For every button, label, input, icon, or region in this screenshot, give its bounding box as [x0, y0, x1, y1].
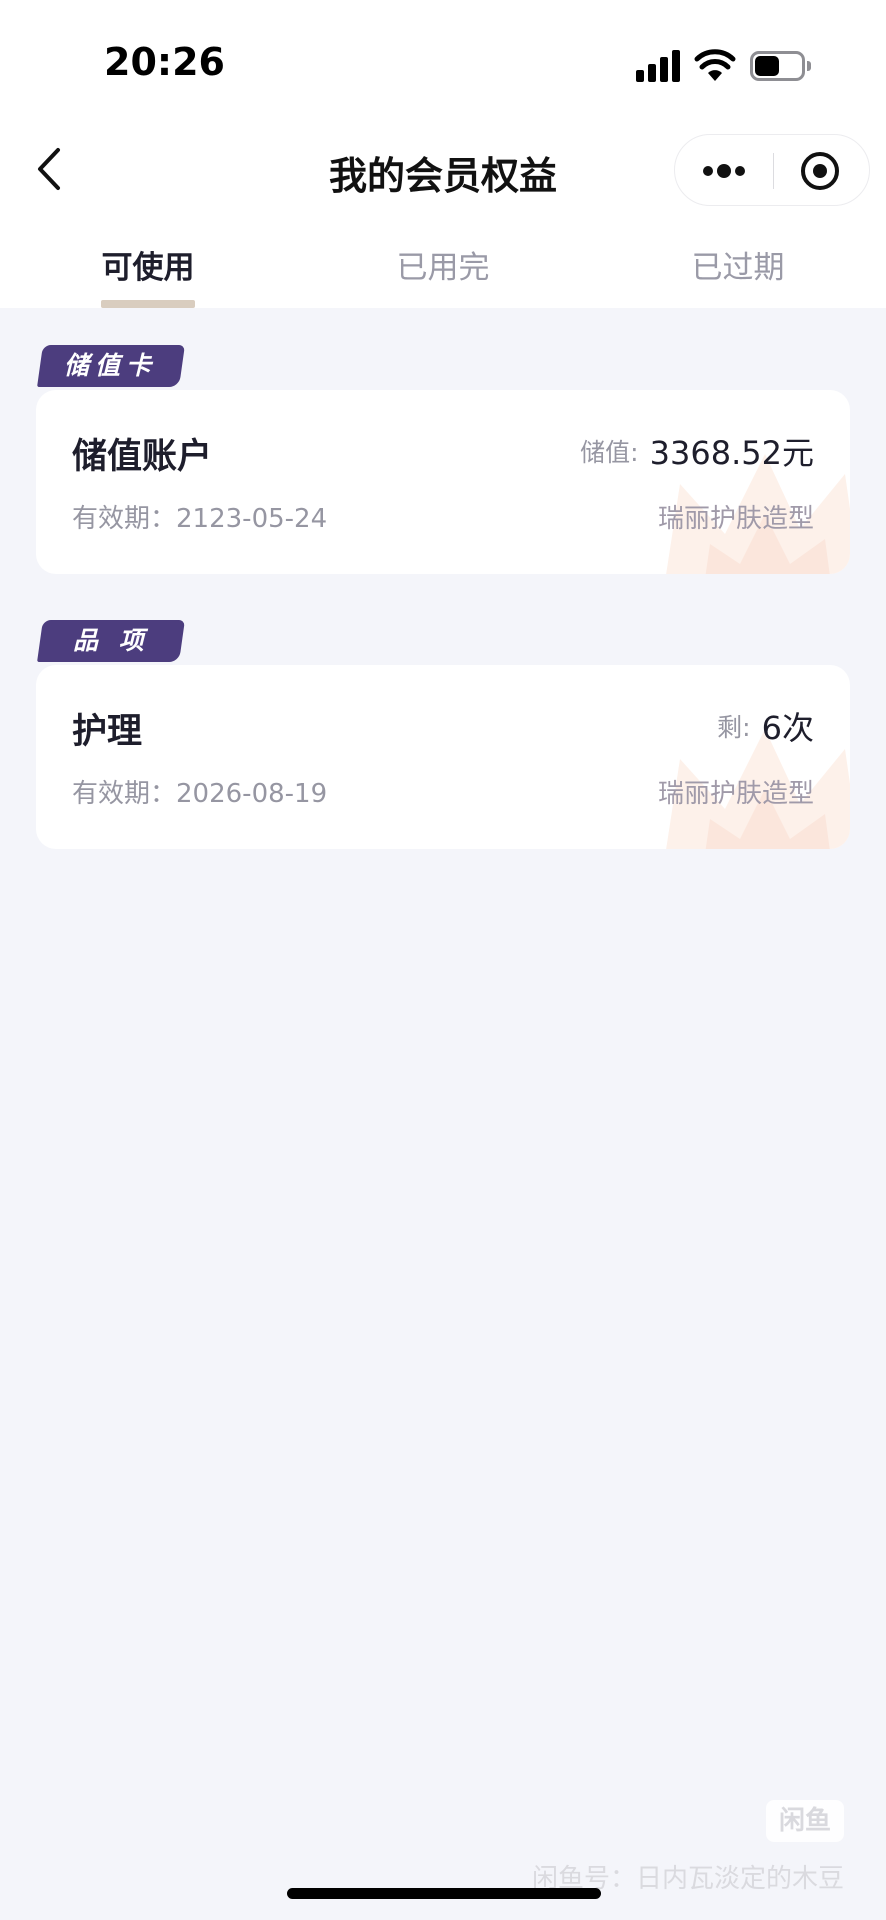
tab-available[interactable]: 可使用 — [38, 242, 258, 287]
card-title: 储值账户 — [72, 437, 213, 477]
card-expiry-label: 有效期： — [72, 504, 177, 534]
more-dots-icon — [703, 166, 713, 176]
tab-used-up[interactable]: 已用完 — [333, 242, 553, 287]
mini-program-capsule — [674, 134, 870, 206]
cellular-signal-icon — [636, 50, 682, 82]
section-badge-label: 储值卡 — [64, 351, 158, 380]
card-value: 剩: 6次 — [717, 703, 814, 749]
status-time: 20:26 — [104, 40, 225, 84]
card-title: 护理 — [72, 712, 143, 752]
card-value-amount: 3368.52元 — [649, 434, 814, 472]
card-store: 瑞丽护肤造型 — [657, 504, 814, 534]
card-value-label: 储值: — [580, 438, 639, 467]
close-button[interactable] — [774, 135, 871, 207]
card-expiry-date: 2123-05-24 — [176, 504, 328, 534]
card-value-label: 剩: — [717, 713, 751, 742]
card-store: 瑞丽护肤造型 — [657, 779, 814, 809]
more-button[interactable] — [675, 135, 772, 207]
tab-expired[interactable]: 已过期 — [628, 242, 848, 287]
watermark-logo: 闲鱼 — [766, 1800, 844, 1842]
section-badge-items: 品 项 — [37, 620, 185, 662]
card-expiry-date: 2026-08-19 — [176, 779, 328, 809]
tab-indicator — [101, 300, 195, 308]
section-badge-label: 品 项 — [72, 626, 150, 655]
more-dots-icon-center — [717, 164, 731, 178]
card-value-amount: 6次 — [761, 709, 814, 747]
card-expiry: 有效期：2123-05-24 — [72, 498, 327, 535]
home-indicator[interactable] — [287, 1888, 601, 1899]
more-dots-icon-right — [735, 166, 745, 176]
section-badge-stored-value: 储值卡 — [37, 345, 185, 387]
card-value: 储值: 3368.52元 — [580, 428, 814, 474]
page: 20:26 我的会员权益 可使用 已用完 已过期 储值卡 储值账户 储值: 33… — [0, 0, 886, 1920]
wifi-icon — [694, 49, 736, 81]
card-expiry-label: 有效期： — [72, 779, 177, 809]
header-area: 20:26 我的会员权益 可使用 已用完 已过期 — [0, 0, 886, 308]
card-expiry: 有效期：2026-08-19 — [72, 773, 327, 810]
stored-value-card[interactable]: 储值账户 储值: 3368.52元 有效期：2123-05-24 瑞丽护肤造型 — [36, 390, 850, 574]
battery-icon — [750, 51, 811, 81]
target-icon-dot — [813, 164, 827, 178]
item-card[interactable]: 护理 剩: 6次 有效期：2026-08-19 瑞丽护肤造型 — [36, 665, 850, 849]
